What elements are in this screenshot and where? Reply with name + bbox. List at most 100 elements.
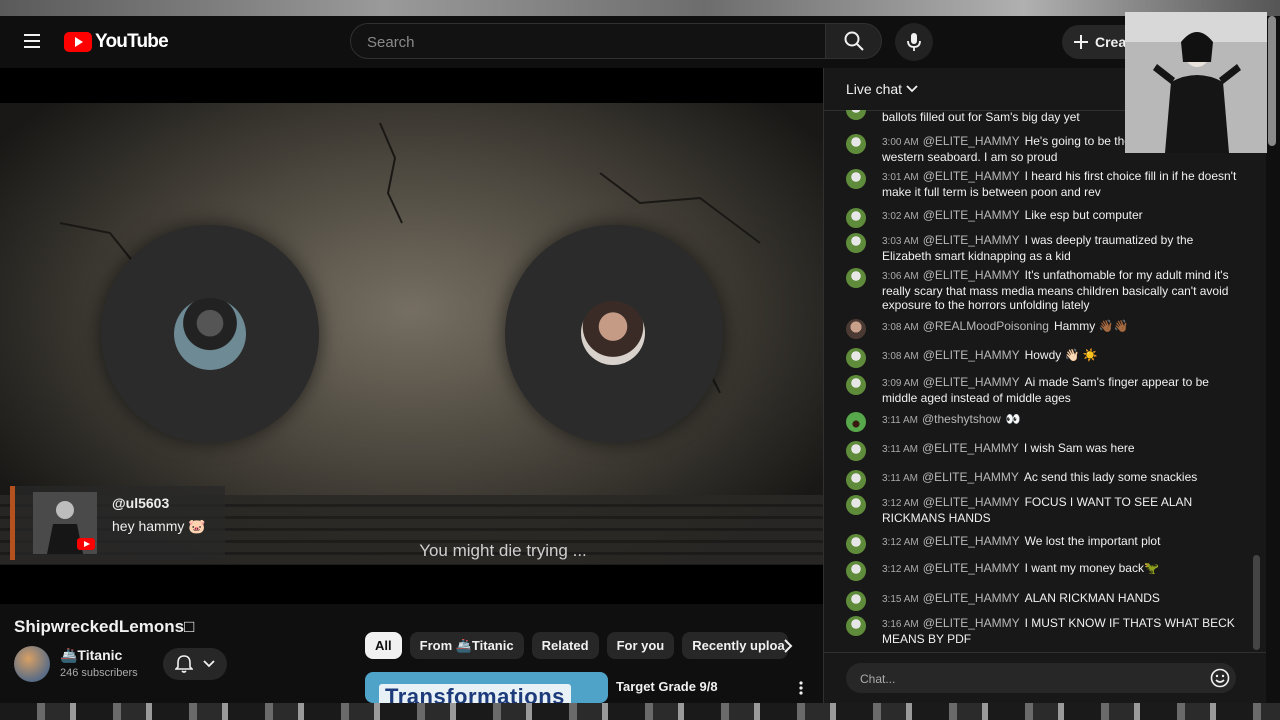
chat-timestamp: 3:09 AM [882, 378, 919, 389]
youtube-logo[interactable]: YouTube [64, 31, 169, 53]
chat-author-avatar [846, 169, 866, 189]
chat-timestamp: 3:11 AM [882, 415, 918, 426]
chat-title-label: Live chat [846, 81, 903, 97]
chat-author-avatar [846, 268, 866, 288]
chat-author[interactable]: @ELITE_HAMMY [923, 616, 1020, 630]
chat-text: ballots filled out for Sam's big day yet [882, 110, 1080, 124]
chat-text: Like esp but computer [1024, 208, 1143, 222]
chat-author[interactable]: @theshytshow [922, 412, 1001, 426]
chat-text: 👀 [1005, 412, 1021, 426]
search-icon [844, 31, 864, 51]
chat-author-avatar [846, 233, 866, 253]
chat-timestamp: 3:16 AM [882, 619, 919, 630]
chat-scrollbar[interactable] [1253, 555, 1260, 650]
avatar-disc-right [505, 225, 723, 443]
thumbnail-text: Transformations [379, 684, 571, 703]
chat-timestamp: 3:11 AM [882, 444, 918, 455]
chat-text: Ac send this lady some snackies [1023, 470, 1198, 484]
chip-for-you[interactable]: For you [606, 632, 675, 659]
chat-text: Hammy 👋🏾👋🏾 [1053, 319, 1129, 333]
chat-text: We lost the important plot [1024, 534, 1161, 548]
chat-mode-dropdown[interactable]: Live chat [846, 81, 918, 97]
chevron-down-icon [203, 660, 215, 668]
chat-author-avatar [846, 348, 866, 368]
chat-author[interactable]: @REALMoodPoisoning [923, 319, 1049, 333]
menu-icon[interactable] [24, 34, 40, 48]
chat-author-avatar [846, 375, 866, 395]
live-chat-panel: Live chat ballots filled out for Sam's b… [823, 68, 1266, 703]
channel-avatar[interactable] [14, 646, 50, 682]
chat-author-avatar [846, 591, 866, 611]
search-box [350, 23, 826, 59]
chip-all[interactable]: All [365, 632, 402, 659]
chat-author[interactable]: @ELITE_HAMMY [923, 561, 1020, 575]
chat-author[interactable]: @ELITE_HAMMY [923, 233, 1020, 247]
chat-author[interactable]: @ELITE_HAMMY [923, 495, 1020, 509]
search-input[interactable] [365, 33, 809, 52]
video-scene: @ul5603 hey hammy 🐷 [0, 103, 823, 565]
video-player[interactable]: @ul5603 hey hammy 🐷 You might die trying… [0, 68, 823, 604]
comment-author: @ul5603 [112, 495, 170, 511]
chat-text: ALAN RICKMAN HANDS [1024, 591, 1160, 605]
avatar-disc-left [101, 225, 319, 443]
emoji-icon[interactable] [1210, 668, 1230, 688]
chat-text: I want my money back🦖 [1024, 561, 1159, 575]
bell-icon [175, 655, 193, 673]
avatar-face-image [581, 301, 645, 365]
chat-input-box [846, 663, 1236, 693]
chat-timestamp: 3:11 AM [882, 473, 918, 484]
chat-author-avatar [846, 495, 866, 515]
chat-input-area [824, 652, 1266, 704]
chip-recently-uploaded[interactable]: Recently uploa [682, 632, 789, 659]
chat-author-avatar [846, 208, 866, 228]
video-title: ShipwreckedLemons□ [14, 617, 195, 636]
recommended-video-thumbnail[interactable]: Transformations [365, 672, 608, 703]
chat-author[interactable]: @ELITE_HAMMY [923, 134, 1020, 148]
chat-author-avatar [846, 319, 866, 339]
bottom-desktop-strip [0, 703, 1280, 720]
create-button[interactable]: Creat [1062, 25, 1132, 59]
chat-author-avatar [846, 412, 866, 432]
notification-bell-button[interactable] [163, 648, 227, 680]
recommended-video-title[interactable]: Target Grade 9/8 [616, 679, 718, 694]
more-vert-icon[interactable] [796, 680, 806, 696]
chat-timestamp: 3:06 AM [882, 271, 919, 282]
chat-text: I wish Sam was here [1023, 441, 1135, 455]
chat-timestamp: 3:08 AM [882, 322, 919, 333]
chat-author[interactable]: @ELITE_HAMMY [923, 348, 1020, 362]
chat-author[interactable]: @ELITE_HAMMY [923, 268, 1020, 282]
chip-related[interactable]: Related [531, 632, 599, 659]
chevron-right-icon[interactable] [778, 636, 798, 656]
chat-input[interactable] [858, 671, 1182, 687]
voice-search-button[interactable] [895, 23, 933, 61]
page-scrollbar[interactable] [1268, 16, 1276, 146]
chat-timestamp: 3:15 AM [882, 594, 919, 605]
top-desktop-strip [0, 0, 1280, 16]
chat-author[interactable]: @ELITE_HAMMY [923, 208, 1020, 222]
chat-author[interactable]: @ELITE_HAMMY [922, 470, 1019, 484]
chat-author[interactable]: @ELITE_HAMMY [922, 441, 1019, 455]
chat-author[interactable]: @ELITE_HAMMY [923, 375, 1020, 389]
chat-author[interactable]: @ELITE_HAMMY [923, 591, 1020, 605]
webcam-overlay [1125, 12, 1267, 153]
chat-timestamp: 3:03 AM [882, 236, 919, 247]
recommendation-chips: All From 🚢Titanic Related For you Recent… [365, 632, 789, 659]
chat-author-avatar [846, 441, 866, 461]
channel-name[interactable]: 🚢Titanic [60, 647, 122, 664]
avatar-witch-image [174, 298, 246, 370]
chat-timestamp: 3:08 AM [882, 351, 919, 362]
chat-author-avatar [846, 561, 866, 581]
video-subtitle: You might die trying ... [419, 541, 587, 560]
streamer-figure-image [1125, 12, 1267, 153]
masthead: YouTube Creat [0, 16, 1132, 68]
chat-author[interactable]: @ELITE_HAMMY [923, 534, 1020, 548]
logo-text: YouTube [95, 31, 169, 52]
chat-timestamp: 3:02 AM [882, 211, 919, 222]
chat-timestamp: 3:12 AM [882, 537, 919, 548]
chat-timestamp: 3:01 AM [882, 172, 919, 183]
chip-from-channel[interactable]: From 🚢Titanic [409, 632, 524, 659]
chat-author[interactable]: @ELITE_HAMMY [923, 169, 1020, 183]
chevron-down-icon [906, 85, 918, 93]
search-button[interactable] [826, 23, 882, 59]
chat-message-list[interactable]: ballots filled out for Sam's big day yet… [824, 110, 1256, 652]
